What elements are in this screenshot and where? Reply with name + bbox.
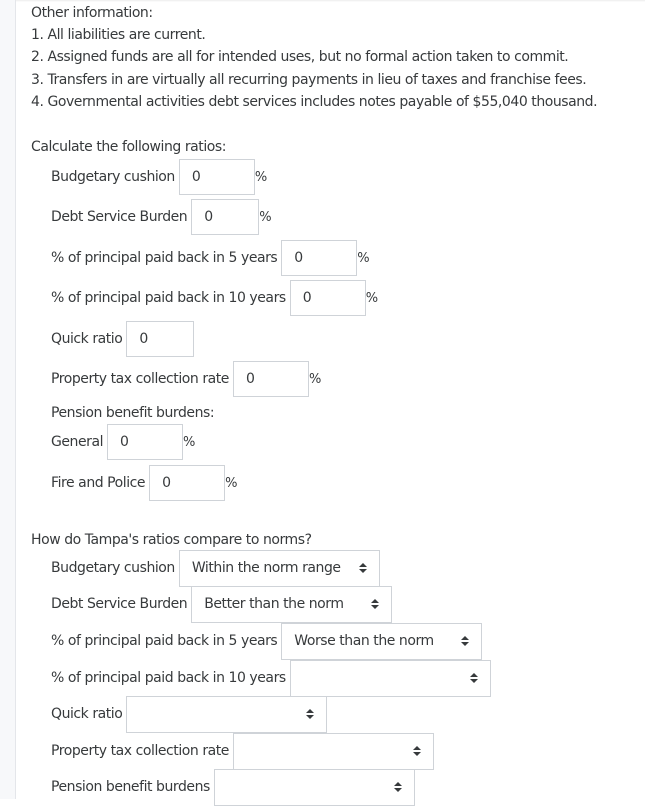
compare-principal-5yr-row: % of principal paid back in 5 years Wors… [51,622,483,660]
select-updown-icon [306,709,315,719]
compare-debt-service-burden-row: Debt Service Burden Better than the norm [51,585,393,623]
property-tax-input[interactable] [232,361,309,397]
compare-principal-10yr-label: % of principal paid back in 10 years [51,670,286,686]
pension-fire-police-label: Fire and Police [51,475,146,491]
percent-unit: % [259,209,272,225]
other-info-item: 1. All liabilities are current. [31,27,206,43]
budgetary-cushion-select[interactable]: Within the norm range [178,549,380,587]
select-updown-icon [461,636,470,646]
compare-principal-10yr-row: % of principal paid back in 10 years [51,659,491,697]
debt-service-burden-input[interactable] [191,199,260,235]
debt-service-burden-select[interactable]: Better than the norm [191,585,393,623]
principal-10yr-input[interactable] [289,280,366,316]
property-tax-select[interactable] [232,732,434,770]
calculate-heading: Calculate the following ratios: [31,139,226,155]
principal-5yr-select[interactable]: Worse than the norm [281,622,483,660]
percent-unit: % [357,250,370,266]
compare-heading: How do Tampa's ratios compare to norms? [31,532,312,548]
compare-budgetary-cushion-row: Budgetary cushion Within the norm range [51,549,380,587]
pension-general-label: General [51,434,104,450]
percent-unit: % [308,371,321,387]
compare-pension-label: Pension benefit burdens [51,779,210,795]
select-updown-icon [393,782,402,792]
pension-general-input[interactable] [107,424,184,460]
compare-quick-ratio-row: Quick ratio [51,695,328,733]
other-info-item: 4. Governmental activities debt services… [31,94,598,110]
quick-ratio-input[interactable] [126,321,195,357]
selected-value: Within the norm range [191,560,341,576]
percent-unit: % [254,169,267,185]
budgetary-cushion-input[interactable] [178,159,255,195]
principal-5yr-row: % of principal paid back in 5 years % [51,240,370,276]
left-gutter [0,0,16,799]
quick-ratio-select[interactable] [126,695,328,733]
percent-unit: % [225,475,237,491]
select-updown-icon [469,673,478,683]
compare-debt-service-burden-label: Debt Service Burden [51,596,188,612]
principal-10yr-label: % of principal paid back in 10 years [51,290,286,306]
property-tax-label: Property tax collection rate [51,371,229,387]
other-info-item: 2. Assigned funds are all for intended u… [31,49,569,65]
percent-unit: % [365,290,378,306]
compare-budgetary-cushion-label: Budgetary cushion [51,560,175,576]
compare-quick-ratio-label: Quick ratio [51,706,123,722]
principal-10yr-select[interactable] [289,659,491,697]
compare-principal-5yr-label: % of principal paid back in 5 years [51,633,278,649]
principal-5yr-label: % of principal paid back in 5 years [51,250,278,266]
selected-value: Better than the norm [204,596,344,612]
pension-fire-police-input[interactable] [149,465,226,501]
budgetary-cushion-row: Budgetary cushion % [51,159,267,195]
percent-unit: % [183,434,195,450]
quick-ratio-label: Quick ratio [51,331,123,347]
select-updown-icon [412,746,421,756]
debt-service-burden-row: Debt Service Burden % [51,199,272,235]
compare-pension-row: Pension benefit burdens [51,768,415,806]
other-info-heading: Other information: [31,5,153,21]
principal-5yr-input[interactable] [281,240,358,276]
compare-property-tax-label: Property tax collection rate [51,743,229,759]
quick-ratio-row: Quick ratio [51,321,195,357]
principal-10yr-row: % of principal paid back in 10 years % [51,280,378,316]
property-tax-row: Property tax collection rate % [51,361,321,397]
select-updown-icon [371,599,380,609]
budgetary-cushion-label: Budgetary cushion [51,169,175,185]
debt-service-burden-label: Debt Service Burden [51,209,188,225]
pension-heading: Pension benefit burdens: [51,405,215,421]
pension-fire-police-row: Fire and Police % [51,465,237,501]
pension-select[interactable] [213,768,415,806]
other-info-item: 3. Transfers in are virtually all recurr… [31,72,587,88]
selected-value: Worse than the norm [294,633,434,649]
select-updown-icon [358,563,367,573]
pension-general-row: General % [51,424,195,460]
compare-property-tax-row: Property tax collection rate [51,732,434,770]
